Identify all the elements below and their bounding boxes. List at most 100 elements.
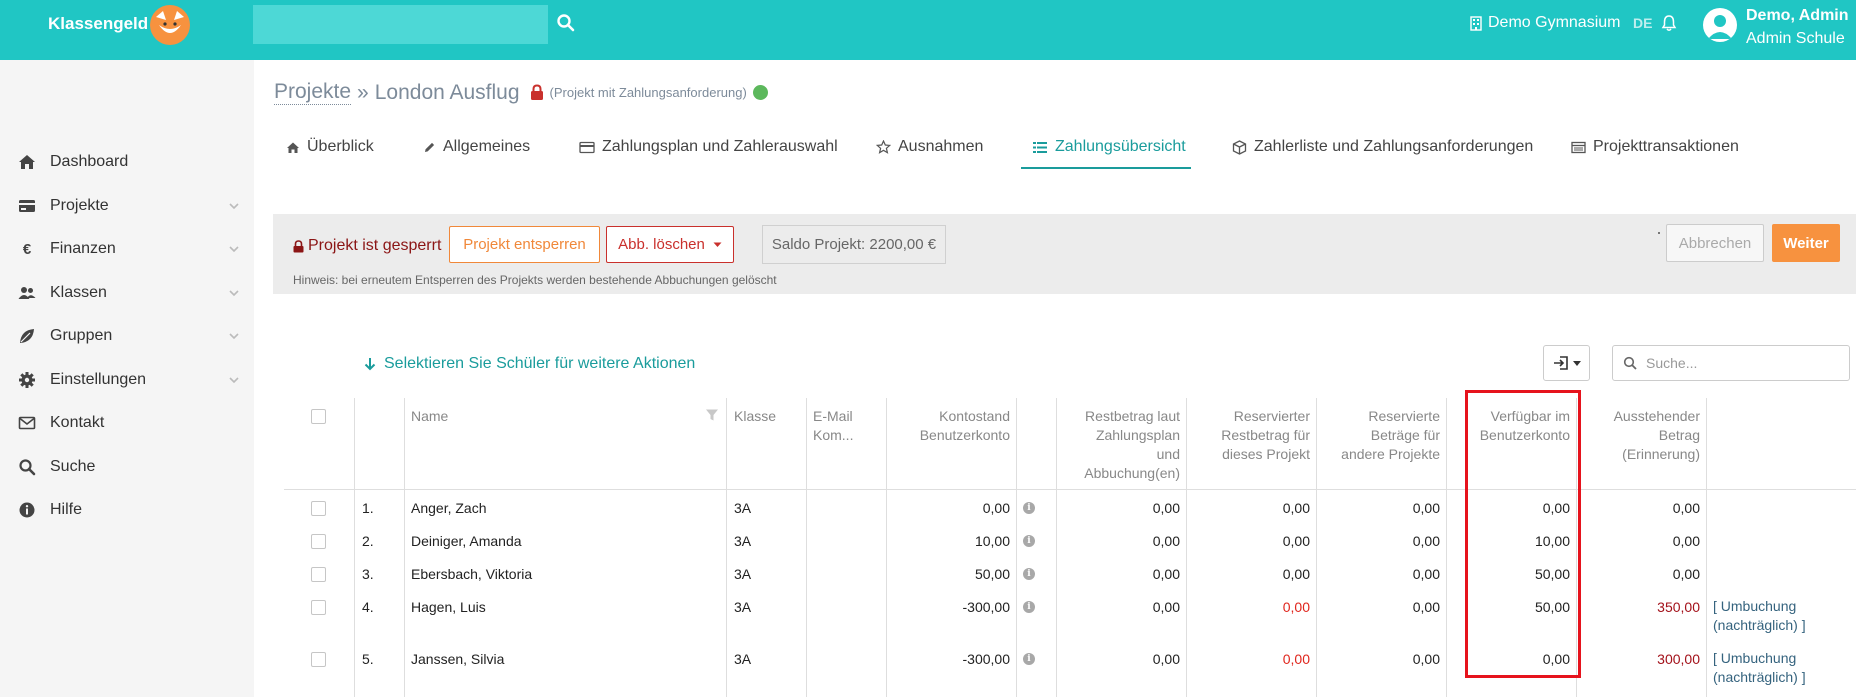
cancel-button[interactable]: Abbrechen xyxy=(1666,224,1764,262)
sidebar-item-label: Gruppen xyxy=(50,327,113,344)
header-line: Benutzerkonto xyxy=(919,427,1010,443)
column-divider xyxy=(806,398,807,697)
tab-ausnahmen[interactable]: Ausnahmen xyxy=(876,138,983,156)
tab-allgemeines[interactable]: Allgemeines xyxy=(423,138,530,156)
column-header-name[interactable]: Name xyxy=(411,407,448,426)
header-divider xyxy=(284,489,1856,490)
header-line: Kom... xyxy=(813,427,854,443)
tab-label: Projekttransaktionen xyxy=(1593,138,1739,155)
highlight-box xyxy=(1465,390,1581,678)
cube-icon xyxy=(1232,139,1247,155)
breadcrumb: Projekte » London Ausflug (Projekt mit Z… xyxy=(274,80,768,105)
column-divider xyxy=(1316,398,1317,697)
student-name: Hagen, Luis xyxy=(411,599,486,615)
column-header-kontostand[interactable]: Kontostand Benutzerkonto xyxy=(890,407,1010,445)
sidebar-item-label: Finanzen xyxy=(50,240,116,257)
header-line: Reservierte xyxy=(1368,408,1440,424)
tab-projekttransaktionen[interactable]: Projekttransaktionen xyxy=(1571,138,1739,156)
remaining-amount: 0,00 xyxy=(1152,599,1180,615)
student-class: 3A xyxy=(734,500,752,516)
locked-status-text: Projekt ist gesperrt xyxy=(308,237,442,254)
delete-debits-dropdown-button[interactable]: Abb. löschen xyxy=(606,226,734,263)
column-divider xyxy=(726,398,727,697)
account-balance: 10,00 xyxy=(974,533,1010,549)
sidebar-item-dashboard[interactable]: Dashboard xyxy=(0,144,254,180)
avatar[interactable] xyxy=(1703,8,1737,42)
envelope-icon xyxy=(18,416,36,430)
row-checkbox[interactable] xyxy=(311,534,326,549)
sidebar-item-gruppen[interactable]: Gruppen xyxy=(0,318,254,354)
row-number: 3. xyxy=(362,566,374,582)
info-icon[interactable]: i xyxy=(1023,535,1035,547)
breadcrumb-root-link[interactable]: Projekte xyxy=(274,80,352,105)
info-icon[interactable]: i xyxy=(1023,502,1035,514)
sidebar-item-klassen[interactable]: Klassen xyxy=(0,275,254,311)
reserved-other-projects: 0,00 xyxy=(1412,651,1440,667)
caret-down-icon xyxy=(1572,360,1581,366)
column-header-ausstehend[interactable]: Ausstehender Betrag (Erinnerung) xyxy=(1580,407,1700,464)
info-icon[interactable]: i xyxy=(1023,568,1035,580)
column-header-reservierter-restbetrag[interactable]: Reservierter Restbetrag für dieses Proje… xyxy=(1190,407,1310,464)
chevron-down-icon xyxy=(229,203,239,210)
sidebar-item-finanzen[interactable]: € Finanzen xyxy=(0,231,254,267)
tab-ueberblick[interactable]: Überblick xyxy=(286,138,374,156)
outstanding-amount: 0,00 xyxy=(1672,566,1700,582)
language-switch[interactable]: DE xyxy=(1633,15,1652,31)
column-header-klasse[interactable]: Klasse xyxy=(734,407,776,426)
users-icon xyxy=(18,287,36,299)
column-divider xyxy=(886,398,887,697)
student-class: 3A xyxy=(734,566,752,582)
tab-label: Allgemeines xyxy=(443,138,531,155)
table-search-input[interactable] xyxy=(1646,346,1846,380)
tab-zahlungsuebersicht[interactable]: Zahlungsübersicht xyxy=(1032,138,1186,156)
filter-icon[interactable] xyxy=(705,408,719,422)
bell-icon[interactable] xyxy=(1660,14,1678,32)
rebooking-link-line: (nachträglich) ] xyxy=(1713,669,1806,685)
info-icon[interactable]: i xyxy=(1023,601,1035,613)
brand-name[interactable]: Klassengeld xyxy=(48,14,148,34)
export-dropdown-button[interactable] xyxy=(1543,345,1590,381)
row-number: 1. xyxy=(362,500,374,516)
sidebar-item-suche[interactable]: Suche xyxy=(0,449,254,485)
select-students-label: Selektieren Sie Schüler für weitere Akti… xyxy=(384,355,696,372)
tab-zahlerliste[interactable]: Zahlerliste und Zahlungsanforderungen xyxy=(1232,138,1533,156)
sidebar-item-hilfe[interactable]: Hilfe xyxy=(0,492,254,528)
sign-in-icon xyxy=(1553,356,1568,370)
sidebar-item-einstellungen[interactable]: Einstellungen xyxy=(0,362,254,398)
home-icon xyxy=(287,142,299,153)
lock-icon xyxy=(293,239,304,252)
select-all-checkbox[interactable] xyxy=(311,409,326,424)
search-icon[interactable] xyxy=(556,13,576,33)
active-tab-indicator xyxy=(1021,167,1191,169)
next-button[interactable]: Weiter xyxy=(1772,224,1840,262)
info-icon[interactable]: i xyxy=(1023,653,1035,665)
card-icon xyxy=(579,141,595,153)
delete-debits-label: Abb. löschen xyxy=(618,236,705,253)
sidebar-item-kontakt[interactable]: Kontakt xyxy=(0,405,254,441)
column-divider xyxy=(1706,398,1707,697)
global-search-input[interactable] xyxy=(253,5,548,44)
user-icon xyxy=(1708,15,1732,39)
row-checkbox[interactable] xyxy=(311,501,326,516)
account-balance: -300,00 xyxy=(962,651,1010,667)
row-checkbox[interactable] xyxy=(311,652,326,667)
user-name[interactable]: Demo, Admin xyxy=(1746,7,1849,25)
row-checkbox[interactable] xyxy=(311,567,326,582)
row-number: 2. xyxy=(362,533,374,549)
column-header-restbetrag[interactable]: Restbetrag laut Zahlungsplan und Abbuchu… xyxy=(1060,407,1180,483)
column-header-reservierte-betraege[interactable]: Reservierte Beträge für andere Projekte xyxy=(1320,407,1440,464)
tab-zahlungsplan[interactable]: Zahlungsplan und Zahlerauswahl xyxy=(579,138,838,156)
list-icon xyxy=(1033,141,1047,153)
user-role: Admin Schule xyxy=(1746,30,1845,47)
school-selector[interactable]: Demo Gymnasium xyxy=(1470,14,1620,32)
unlock-project-button[interactable]: Projekt entsperren xyxy=(449,226,600,263)
rebooking-link[interactable]: [ Umbuchung (nachträglich) ] xyxy=(1713,649,1806,687)
rebooking-link[interactable]: [ Umbuchung (nachträglich) ] xyxy=(1713,597,1806,635)
column-divider xyxy=(1446,398,1447,697)
select-students-link[interactable]: Selektieren Sie Schüler für weitere Akti… xyxy=(364,355,695,373)
column-header-email[interactable]: E-Mail Kom... xyxy=(813,407,853,445)
header-line: und xyxy=(1156,446,1180,462)
row-checkbox[interactable] xyxy=(311,600,326,615)
sidebar-item-projekte[interactable]: Projekte xyxy=(0,188,254,224)
reserved-this-project: 0,00 xyxy=(1282,533,1310,549)
